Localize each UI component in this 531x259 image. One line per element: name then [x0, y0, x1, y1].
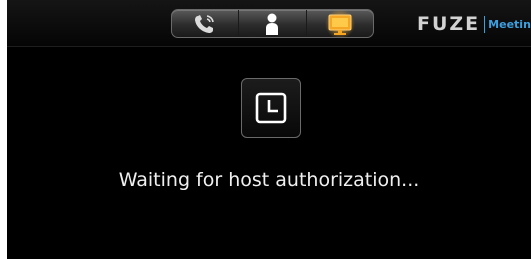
status-message: Waiting for host authorization...: [118, 169, 420, 191]
tab-screen-share[interactable]: [307, 10, 373, 37]
brand-divider: [484, 15, 486, 33]
top-toolbar: FUZE Meeting: [7, 0, 531, 47]
clock-icon: [241, 78, 301, 138]
person-icon: [264, 12, 280, 36]
screen-share-icon: [324, 10, 356, 37]
meeting-window: FUZE Meeting Waiting for host authorizat…: [7, 0, 531, 259]
brand-logo-text: FUZE: [417, 13, 481, 35]
phone-icon: [192, 12, 218, 36]
view-switcher: [171, 9, 374, 38]
fuze-meeting-logo: FUZE Meeting: [417, 13, 531, 35]
tab-participants[interactable]: [239, 10, 307, 37]
tab-audio[interactable]: [172, 10, 240, 37]
brand-product-text: Meeting: [488, 17, 531, 31]
